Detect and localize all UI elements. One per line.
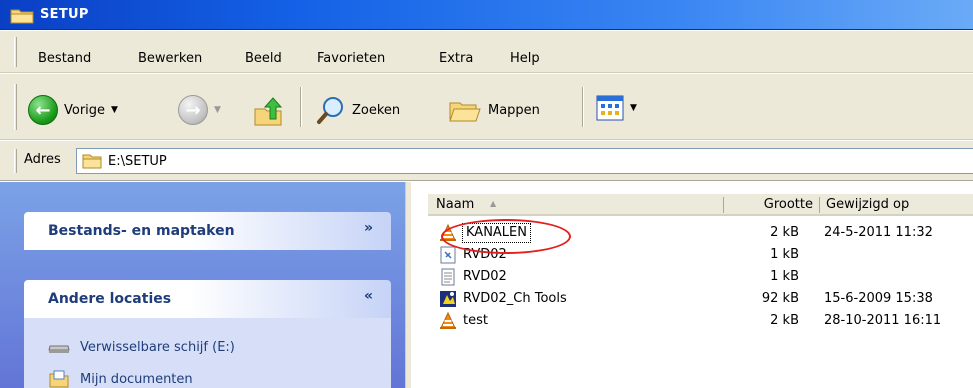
- menu-favorieten[interactable]: Favorieten: [317, 51, 385, 66]
- file-row[interactable]: RVD02 1 kB: [411, 266, 973, 288]
- up-folder-icon: [254, 97, 283, 126]
- file-size: 2 kB: [770, 225, 799, 240]
- views-button[interactable]: ▼: [596, 95, 637, 121]
- ini-file-icon: [440, 246, 456, 264]
- panel-other-places-body: Verwisselbare schijf (E:) Mijn documente…: [24, 318, 391, 388]
- file-modified: 28-10-2011 16:11: [824, 313, 942, 328]
- location-removable-drive[interactable]: Verwisselbare schijf (E:): [48, 340, 235, 355]
- back-arrow-icon: ←: [28, 95, 58, 125]
- views-dropdown-icon[interactable]: ▼: [630, 103, 637, 113]
- folder-icon: [10, 9, 34, 24]
- search-icon: [317, 97, 343, 124]
- location-label: Mijn documenten: [80, 371, 193, 387]
- up-folder-button[interactable]: [252, 95, 286, 129]
- folder-icon: [82, 154, 102, 169]
- expand-chevron-icon[interactable]: »: [364, 220, 373, 236]
- column-header-name[interactable]: Naam ▲: [428, 194, 723, 216]
- column-header-modified[interactable]: Gewijzigd op: [819, 194, 973, 216]
- panel-file-tasks-title: Bestands- en maptaken: [48, 223, 235, 239]
- location-label: Verwisselbare schijf (E:): [80, 340, 235, 355]
- address-label: Adres: [24, 152, 61, 167]
- vlc-icon: [440, 312, 456, 329]
- column-name-label: Naam: [436, 197, 475, 212]
- addressbar-grip[interactable]: [14, 149, 17, 173]
- folders-icon: [449, 102, 481, 122]
- toolbar-separator: [582, 87, 584, 127]
- toolbar: ← Vorige ▼ → ▼ Zoeken Mappen ▼: [0, 74, 973, 140]
- menu-extra[interactable]: Extra: [439, 51, 473, 66]
- forward-dropdown-icon[interactable]: ▼: [214, 105, 221, 115]
- forward-button[interactable]: → ▼: [178, 95, 221, 125]
- panel-other-places-title: Andere locaties: [48, 291, 172, 307]
- file-size: 2 kB: [770, 313, 799, 328]
- forward-arrow-icon: →: [178, 95, 208, 125]
- toolbar-grip[interactable]: [14, 84, 17, 130]
- panel-other-places-header[interactable]: Andere locaties «: [24, 280, 391, 318]
- toolbar-separator: [300, 87, 302, 127]
- file-size: 1 kB: [770, 247, 799, 262]
- column-modified-label: Gewijzigd op: [826, 197, 910, 212]
- back-dropdown-icon[interactable]: ▼: [111, 105, 118, 115]
- column-header-size[interactable]: Grootte: [723, 194, 819, 216]
- file-modified: 15-6-2009 15:38: [824, 291, 933, 306]
- column-separator[interactable]: [723, 197, 724, 213]
- file-size: 92 kB: [761, 291, 799, 306]
- back-button[interactable]: ← Vorige ▼: [28, 95, 118, 125]
- menu-help[interactable]: Help: [510, 51, 540, 66]
- column-separator[interactable]: [819, 197, 820, 213]
- menubar-grip[interactable]: [14, 37, 17, 67]
- file-row[interactable]: test 2 kB 28-10-2011 16:11: [411, 310, 973, 332]
- app-icon: [440, 291, 456, 307]
- file-list: Naam ▲ Grootte Gewijzigd op KANALEN 2 kB…: [411, 182, 973, 388]
- window-title: SETUP: [40, 7, 89, 22]
- column-size-label: Grootte: [763, 197, 813, 212]
- address-value: E:\SETUP: [108, 153, 167, 169]
- highlight-ellipse: [441, 219, 571, 254]
- panel-file-tasks-header[interactable]: Bestands- en maptaken »: [24, 212, 391, 250]
- folders-button[interactable]: Mappen: [448, 95, 540, 125]
- file-row[interactable]: RVD02_Ch Tools 92 kB 15-6-2009 15:38: [411, 288, 973, 310]
- text-file-icon: [441, 268, 455, 286]
- file-name: test: [463, 313, 488, 328]
- drive-icon: [48, 345, 70, 353]
- menu-bewerken[interactable]: Bewerken: [138, 51, 202, 66]
- back-label: Vorige: [64, 102, 106, 118]
- file-modified: 24-5-2011 11:32: [824, 225, 933, 240]
- sort-up-icon: ▲: [490, 199, 497, 208]
- folders-label: Mappen: [488, 102, 540, 118]
- views-icon: [596, 95, 624, 121]
- menu-bar: Bestand Bewerken Beeld Favorieten Extra …: [0, 31, 973, 73]
- collapse-chevron-icon[interactable]: «: [364, 288, 373, 304]
- file-name: RVD02: [463, 269, 507, 284]
- location-my-documents[interactable]: Mijn documenten: [48, 370, 193, 388]
- file-size: 1 kB: [770, 269, 799, 284]
- title-bar: SETUP: [0, 0, 973, 30]
- menu-bestand[interactable]: Bestand: [38, 51, 91, 66]
- file-name: RVD02_Ch Tools: [463, 291, 567, 306]
- address-bar: Adres E:\SETUP: [0, 141, 973, 181]
- search-label: Zoeken: [352, 102, 401, 118]
- address-input[interactable]: E:\SETUP: [76, 148, 973, 174]
- my-documents-icon: [49, 370, 69, 388]
- menu-beeld[interactable]: Beeld: [245, 51, 282, 66]
- task-pane: Bestands- en maptaken » Andere locaties …: [0, 182, 405, 388]
- search-button[interactable]: Zoeken: [316, 95, 400, 125]
